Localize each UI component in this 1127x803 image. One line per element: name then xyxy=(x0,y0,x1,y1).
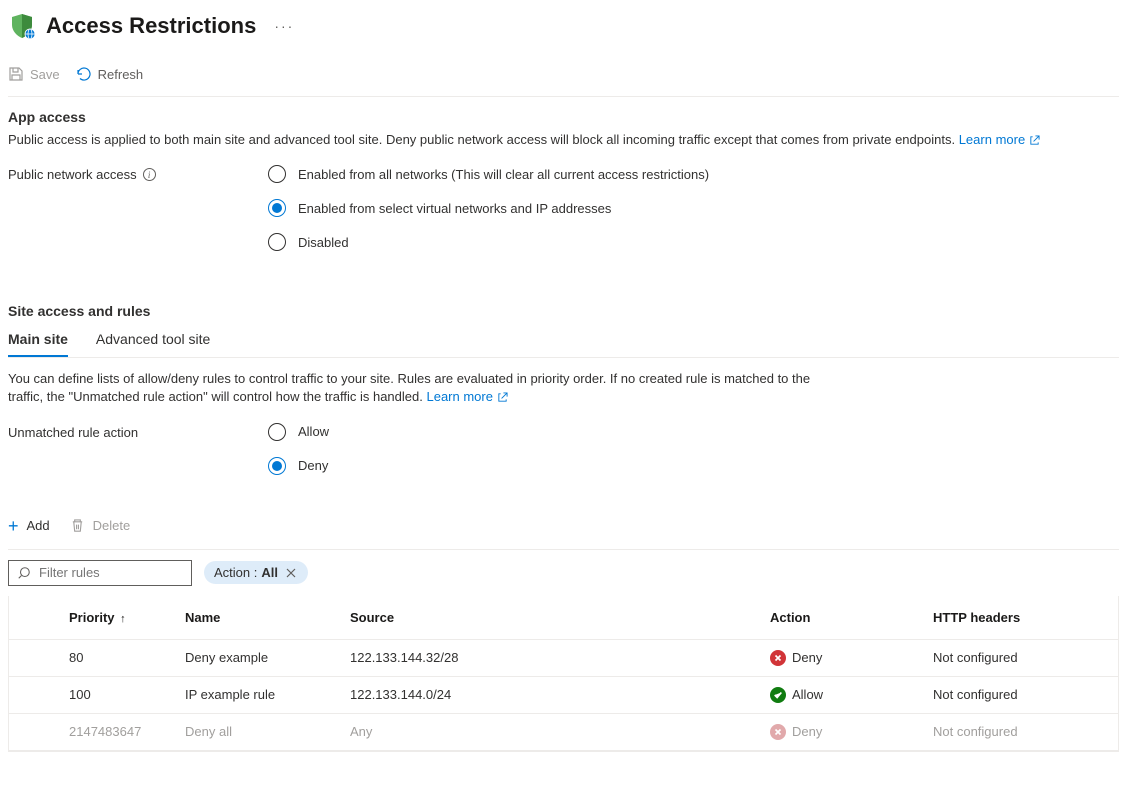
radio-option[interactable]: Enabled from all networks (This will cle… xyxy=(268,165,709,183)
column-header[interactable]: Name xyxy=(175,596,340,640)
public-network-access-row: Public network access i Enabled from all… xyxy=(8,165,1119,251)
rules-table-wrap: Priority ↑NameSourceActionHTTP headers 8… xyxy=(8,596,1119,752)
rules-action-bar: + Add Delete xyxy=(8,507,1119,550)
unmatched-rule-row: Unmatched rule action Allow Deny xyxy=(8,423,1119,475)
save-button[interactable]: Save xyxy=(8,62,60,86)
save-icon xyxy=(8,66,24,82)
shield-icon xyxy=(8,12,36,40)
page-title: Access Restrictions xyxy=(46,13,256,39)
unmatched-radio-group: Allow Deny xyxy=(268,423,329,475)
column-header[interactable]: Priority ↑ xyxy=(9,596,175,640)
table-row[interactable]: 80 Deny example 122.133.144.32/28 Deny N… xyxy=(9,639,1118,676)
rules-table: Priority ↑NameSourceActionHTTP headers 8… xyxy=(9,596,1118,751)
refresh-button[interactable]: Refresh xyxy=(76,62,144,86)
column-header[interactable]: HTTP headers xyxy=(923,596,1118,640)
site-access-title: Site access and rules xyxy=(8,303,1119,319)
info-icon[interactable]: i xyxy=(143,168,156,181)
table-header-row: Priority ↑NameSourceActionHTTP headers xyxy=(9,596,1118,640)
more-icon[interactable]: ··· xyxy=(274,18,294,34)
refresh-icon xyxy=(76,66,92,82)
table-row[interactable]: 100 IP example rule 122.133.144.0/24 All… xyxy=(9,676,1118,713)
unmatched-rule-label: Unmatched rule action xyxy=(8,423,268,440)
site-tabs: Main site Advanced tool site xyxy=(8,325,1119,358)
learn-more-link[interactable]: Learn more xyxy=(959,131,1040,149)
add-button[interactable]: + Add xyxy=(8,517,50,535)
external-link-icon xyxy=(1029,135,1040,146)
public-network-radio-group: Enabled from all networks (This will cle… xyxy=(268,165,709,251)
deny-icon xyxy=(770,724,786,740)
search-box[interactable] xyxy=(8,560,192,586)
site-access-desc: You can define lists of allow/deny rules… xyxy=(8,370,818,406)
plus-icon: + xyxy=(8,517,19,535)
learn-more-link[interactable]: Learn more xyxy=(426,388,507,406)
action-filter-chip[interactable]: Action : All xyxy=(204,561,308,584)
close-icon[interactable] xyxy=(284,566,298,580)
app-access-title: App access xyxy=(8,109,1119,125)
sort-up-icon: ↑ xyxy=(120,613,126,625)
app-access-desc: Public access is applied to both main si… xyxy=(8,131,1119,149)
trash-icon xyxy=(70,518,85,533)
column-header[interactable]: Source xyxy=(340,596,760,640)
search-input[interactable] xyxy=(39,565,183,580)
allow-icon xyxy=(770,687,786,703)
search-icon xyxy=(17,566,31,580)
external-link-icon xyxy=(497,392,508,403)
tab-advanced tool site[interactable]: Advanced tool site xyxy=(96,325,210,357)
radio-option[interactable]: Deny xyxy=(268,457,329,475)
radio-option[interactable]: Enabled from select virtual networks and… xyxy=(268,199,709,217)
page-header: Access Restrictions ··· xyxy=(8,8,1119,56)
radio-option[interactable]: Disabled xyxy=(268,233,709,251)
column-header[interactable]: Action xyxy=(760,596,923,640)
delete-button[interactable]: Delete xyxy=(70,517,131,535)
public-network-access-label: Public network access i xyxy=(8,165,268,182)
filter-bar: Action : All xyxy=(8,550,1119,596)
radio-option[interactable]: Allow xyxy=(268,423,329,441)
deny-icon xyxy=(770,650,786,666)
tab-main site[interactable]: Main site xyxy=(8,325,68,357)
toolbar: Save Refresh xyxy=(8,56,1119,97)
table-row[interactable]: 2147483647 Deny all Any Deny Not configu… xyxy=(9,713,1118,750)
